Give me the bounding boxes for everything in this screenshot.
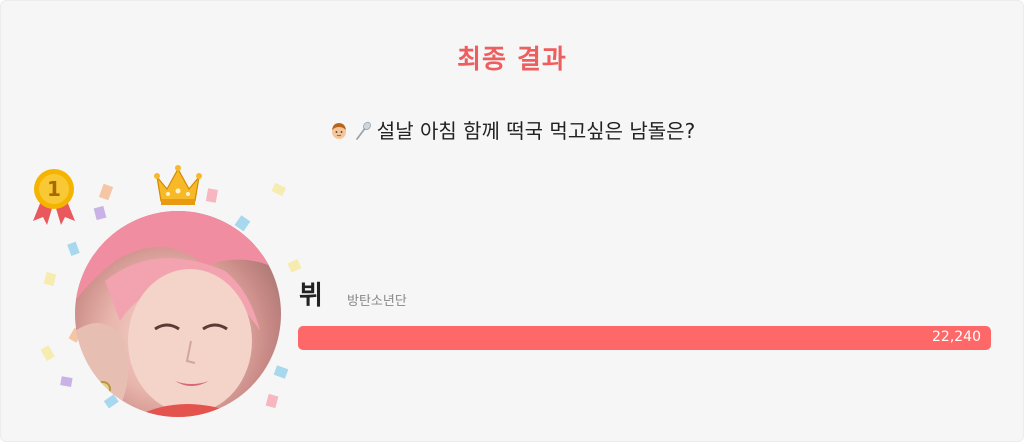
- crown-icon: [154, 165, 202, 205]
- first-place-medal-icon: 1: [33, 169, 75, 225]
- winner-group: 방탄소년단: [347, 294, 407, 309]
- winner-name: 뷔: [299, 281, 323, 311]
- poll-question: 설날 아침 함께 떡국 먹고싶은 남돌은?: [1, 115, 1023, 144]
- winner-section: 1 뷔 방탄소년단 22,240: [1, 151, 1024, 441]
- vote-count: 22,240: [932, 329, 981, 345]
- page-title: 최종 결과: [457, 45, 567, 75]
- winner-avatar: [75, 211, 281, 417]
- question-text: 설날 아침 함께 떡국 먹고싶은 남돌은?: [376, 119, 696, 143]
- vote-bar: 22,240: [298, 326, 991, 350]
- boy-emoji-icon: [331, 123, 346, 139]
- result-card: 최종 결과 설날 아침 함께 떡국 먹고싶은 남돌은? 1 뷔 방탄소년단 22…: [0, 0, 1024, 442]
- spoon-emoji-icon: [355, 121, 371, 140]
- medal-rank: 1: [47, 177, 61, 201]
